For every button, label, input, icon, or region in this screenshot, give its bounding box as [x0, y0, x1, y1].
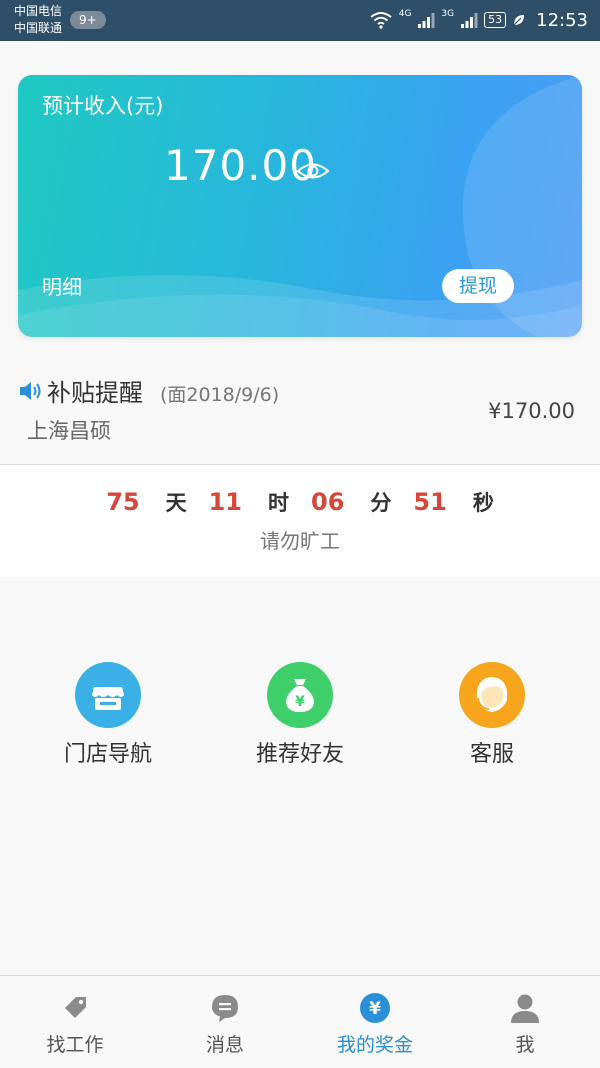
- income-card: 预计收入(元) 170.00 明细 提现: [18, 75, 582, 337]
- tag-icon: [65, 997, 86, 1018]
- money-bag-icon: ¥: [267, 662, 333, 728]
- network-type-2: 3G: [441, 9, 455, 19]
- nav-messages[interactable]: 消息: [150, 992, 300, 1057]
- subsidy-reminder[interactable]: 补贴提醒 (面2018/9/6) 上海昌硕 ¥170.00: [0, 352, 600, 464]
- status-indicators: 4G 3G 53 12:53: [369, 6, 588, 34]
- countdown-minutes-unit: 分: [370, 491, 392, 515]
- subsidy-title: 补贴提醒: [47, 379, 143, 407]
- countdown-hours: 11: [208, 488, 242, 516]
- signal-icon-2: [461, 13, 478, 28]
- nav-label: 我: [515, 1034, 535, 1056]
- carrier-1: 中国电信: [14, 4, 63, 18]
- battery-indicator: 53: [484, 12, 507, 28]
- customer-service-icon: [459, 662, 525, 728]
- nav-label: 我的奖金: [336, 1034, 413, 1056]
- countdown-days-unit: 天: [165, 491, 187, 515]
- nav-label: 消息: [205, 1034, 244, 1056]
- eye-icon[interactable]: [296, 160, 330, 182]
- notification-badge: 9+: [70, 11, 106, 29]
- status-bar: 中国电信 中国联通 9+ 4G 3G 53 12:53: [0, 0, 600, 41]
- network-type-1: 4G: [398, 9, 412, 19]
- detail-link[interactable]: 明细: [42, 271, 82, 300]
- profile-icon: [511, 994, 539, 1023]
- nav-profile[interactable]: 我: [450, 992, 600, 1057]
- nav-my-bonus[interactable]: ¥ 我的奖金: [300, 992, 450, 1057]
- shortcut-label: 门店导航: [63, 742, 152, 767]
- countdown-timer: 75 天 11 时 06 分 51 秒: [0, 487, 600, 517]
- subsidy-amount: ¥170.00: [488, 399, 575, 423]
- countdown-seconds: 51: [413, 488, 447, 516]
- company-name: 上海昌硕: [27, 419, 111, 443]
- yen-icon: ¥: [360, 993, 390, 1023]
- countdown-hours-unit: 时: [268, 491, 289, 515]
- nav-label: 找工作: [46, 1034, 104, 1056]
- countdown-seconds-unit: 秒: [472, 491, 494, 515]
- shortcut-refer-friend[interactable]: ¥ 推荐好友: [220, 662, 380, 768]
- svg-text:¥: ¥: [295, 694, 305, 710]
- countdown-minutes: 06: [311, 488, 345, 516]
- clock: 12:53: [536, 9, 588, 31]
- countdown-note: 请勿旷工: [260, 529, 340, 553]
- shortcut-grid: 门店导航 ¥ 推荐好友 客服: [0, 577, 600, 975]
- svg-text:¥: ¥: [369, 999, 381, 1019]
- message-icon: [212, 995, 238, 1022]
- speaker-icon: [20, 382, 41, 400]
- store-icon: [75, 662, 141, 728]
- shortcut-store-navigation[interactable]: 门店导航: [28, 662, 188, 768]
- income-amount: 170.00: [164, 141, 317, 190]
- income-title: 预计收入(元): [42, 94, 164, 118]
- countdown-days: 75: [106, 488, 140, 516]
- withdraw-button[interactable]: 提现: [442, 269, 514, 303]
- nav-find-job[interactable]: 找工作: [0, 992, 150, 1057]
- carrier-2: 中国联通: [14, 21, 63, 35]
- shortcut-label: 推荐好友: [255, 742, 344, 767]
- leaf-icon: [513, 15, 525, 26]
- bottom-navigation: 找工作 消息 ¥ 我的奖金 我: [0, 975, 600, 1068]
- shortcut-customer-service[interactable]: 客服: [412, 662, 572, 768]
- signal-icon: [418, 13, 435, 28]
- countdown-section: 75 天 11 时 06 分 51 秒 请勿旷工: [0, 465, 600, 577]
- carrier-info: 中国电信 中国联通: [14, 3, 62, 37]
- shortcut-label: 客服: [469, 742, 514, 767]
- interview-date: (面2018/9/6): [160, 384, 280, 406]
- wifi-icon: [370, 12, 392, 29]
